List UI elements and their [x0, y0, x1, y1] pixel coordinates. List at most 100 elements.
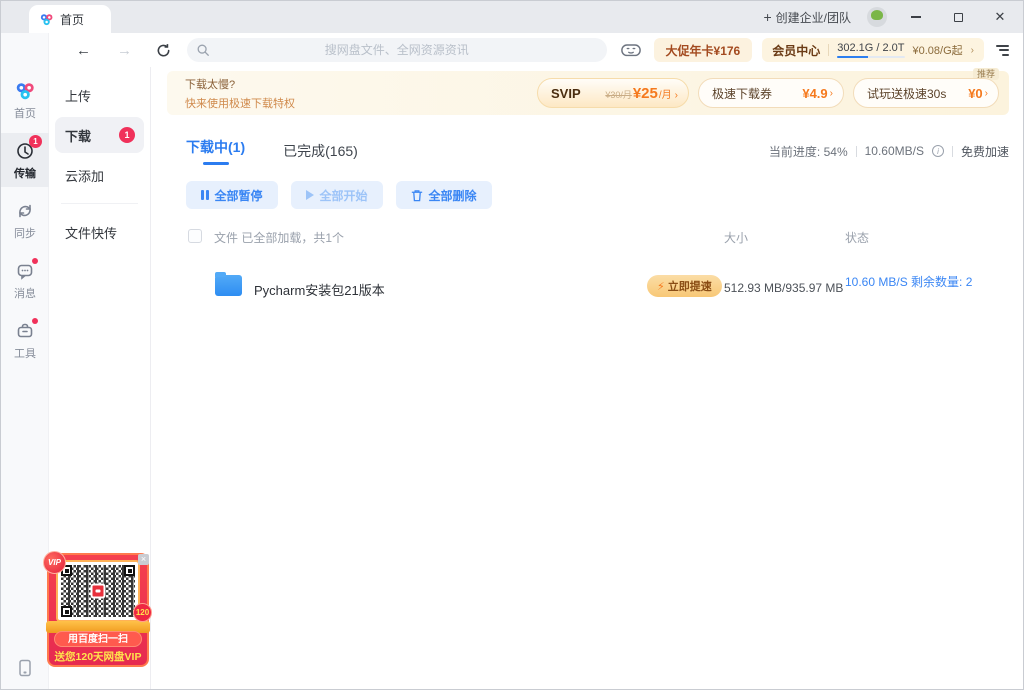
column-size: 大小 — [724, 229, 748, 246]
download-badge: 1 — [119, 127, 135, 143]
game-center-icon[interactable] — [621, 42, 641, 58]
speed-promo-banner: 下载太慢? 快来使用极速下载特权 推荐 SVIP ¥30/月 ¥25 /月 › … — [167, 71, 1009, 115]
download-page: 下载太慢? 快来使用极速下载特权 推荐 SVIP ¥30/月 ¥25 /月 › … — [152, 67, 1023, 689]
pause-all-button[interactable]: 全部暂停 — [186, 181, 278, 209]
minimize-button[interactable] — [903, 6, 929, 28]
info-icon[interactable]: i — [932, 145, 944, 157]
phone-icon — [18, 659, 32, 677]
chevron-right-icon: › — [675, 90, 678, 101]
svip-label: SVIP — [551, 86, 581, 101]
ad-reward-text: 送您120天网盘VIP — [49, 649, 147, 664]
mobile-app-button[interactable] — [1, 659, 49, 677]
file-name: Pycharm安装包21版本 — [254, 280, 385, 299]
delete-all-button[interactable]: 全部删除 — [396, 181, 492, 209]
mascot-icon — [40, 601, 57, 627]
task-list-icon[interactable] — [996, 45, 1009, 56]
qr-promo-ad[interactable]: × VIP 120 用百度扫一扫 送您120天网盘VIP — [47, 553, 149, 667]
refresh-icon — [156, 43, 171, 58]
delete-all-label: 全部删除 — [429, 187, 477, 204]
app-window: 首页 + 创建企业/团队 ✕ 首页 — [0, 0, 1024, 690]
close-button[interactable]: ✕ — [987, 6, 1013, 28]
download-speed-text: 10.60 MB/S 剩余数量: 2 — [845, 275, 972, 289]
tab-completed[interactable]: 已完成(165) — [283, 141, 358, 161]
sidebar-item-messages[interactable]: 消息 — [1, 253, 49, 307]
status-divider — [856, 146, 857, 157]
free-accelerate-link[interactable]: 免费加速 — [961, 143, 1009, 160]
overall-progress-label: 当前进度: 54% — [769, 143, 848, 160]
chevron-right-icon: › — [985, 88, 988, 99]
netdisk-logo-icon — [39, 12, 54, 27]
ad-close-button[interactable]: × — [138, 554, 149, 565]
forward-button[interactable]: → — [117, 42, 132, 59]
sidebar-item-transfer[interactable]: 传输 1 — [1, 133, 49, 187]
tab-label: 下载中(1) — [186, 137, 245, 157]
close-icon: ✕ — [995, 9, 1006, 25]
vip-badge: VIP — [43, 551, 66, 574]
storage-progress-track — [837, 56, 904, 58]
create-team-button[interactable]: + 创建企业/团队 — [763, 9, 851, 26]
svip-offer-button[interactable]: SVIP ¥30/月 ¥25 /月 › — [537, 78, 689, 108]
sidebar-item-label: 工具 — [14, 345, 36, 361]
trial-price: ¥0 — [968, 86, 982, 101]
member-divider — [828, 44, 829, 56]
titlebar-right: + 创建企业/团队 ✕ — [763, 1, 1013, 33]
list-line — [999, 49, 1009, 51]
accelerate-label: 立即提速 — [668, 278, 712, 294]
promo-label: 大促年卡¥176 — [666, 42, 741, 59]
column-file: 文件 已全部加载，共1个 — [214, 229, 344, 246]
search-input[interactable] — [187, 38, 607, 62]
accelerate-now-button[interactable]: ⚡ 立即提速 — [647, 275, 722, 297]
refresh-button[interactable] — [156, 43, 171, 58]
play-icon — [306, 190, 314, 200]
column-status: 状态 — [845, 229, 869, 246]
banner-title: 下载太慢? — [185, 76, 295, 92]
svip-price-unit: /月 — [659, 86, 672, 101]
tab-downloading[interactable]: 下载中(1) — [186, 137, 245, 165]
trial-speed-button[interactable]: 试玩送极速30s ¥0 › — [853, 78, 999, 108]
sync-icon — [14, 200, 36, 222]
titlebar: 首页 + 创建企业/团队 ✕ — [1, 1, 1023, 33]
submenu-item-download[interactable]: 下载 1 — [55, 117, 144, 153]
submenu-item-upload[interactable]: 上传 — [55, 77, 144, 113]
avatar[interactable] — [867, 7, 887, 27]
overall-status: 当前进度: 54% 10.60MB/S i 免费加速 — [769, 143, 1009, 160]
storage-text: 302.1G / 2.0T — [837, 42, 904, 54]
start-all-button[interactable]: 全部开始 — [291, 181, 383, 209]
member-center-label: 会员中心 — [772, 42, 820, 59]
search-bar[interactable] — [187, 38, 607, 62]
submenu-item-quick-transfer[interactable]: 文件快传 — [55, 214, 144, 250]
annual-card-promo-button[interactable]: 大促年卡¥176 — [654, 38, 753, 62]
tools-dot-badge — [32, 318, 38, 324]
start-all-label: 全部开始 — [320, 187, 368, 204]
chevron-right-icon: › — [971, 45, 974, 56]
sidebar-item-home[interactable]: 首页 — [1, 73, 49, 127]
select-all-checkbox[interactable] — [188, 229, 202, 243]
sidebar-item-label: 消息 — [14, 285, 36, 301]
download-row[interactable]: Pycharm安装包21版本 ⚡ 立即提速 512.93 MB/935.97 M… — [152, 263, 1023, 319]
qr-finder — [124, 565, 135, 576]
search-icon — [196, 43, 210, 57]
coupon-price: ¥4.9 — [802, 86, 827, 101]
maximize-button[interactable] — [945, 6, 971, 28]
svip-prices: ¥30/月 ¥25 /月 › — [605, 85, 678, 102]
banner-texts: 下载太慢? 快来使用极速下载特权 — [167, 76, 295, 111]
sidebar-item-label: 同步 — [14, 225, 36, 241]
sidebar-item-tools[interactable]: 工具 — [1, 313, 49, 367]
back-button[interactable]: ← — [76, 42, 91, 59]
storage-usage: 302.1G / 2.0T — [837, 42, 904, 58]
submenu-label: 文件快传 — [65, 223, 117, 242]
submenu-label: 上传 — [65, 86, 91, 105]
speed-coupon-button[interactable]: 极速下载券 ¥4.9 › — [698, 78, 844, 108]
submenu-label: 云添加 — [65, 166, 104, 185]
qr-code — [56, 560, 140, 622]
days-badge: 120 — [133, 603, 152, 622]
maximize-icon — [954, 13, 963, 22]
submenu-item-cloud-add[interactable]: 云添加 — [55, 157, 144, 193]
ad-scan-text: 用百度扫一扫 — [54, 631, 142, 647]
message-dot-badge — [32, 258, 38, 264]
list-line — [996, 45, 1009, 47]
icon-sidebar: 首页 传输 1 同步 消息 工具 — [1, 33, 49, 689]
member-center-button[interactable]: 会员中心 302.1G / 2.0T ¥0.08/G起 › — [762, 38, 984, 62]
sidebar-item-sync[interactable]: 同步 — [1, 193, 49, 247]
home-tab[interactable]: 首页 — [29, 5, 111, 33]
